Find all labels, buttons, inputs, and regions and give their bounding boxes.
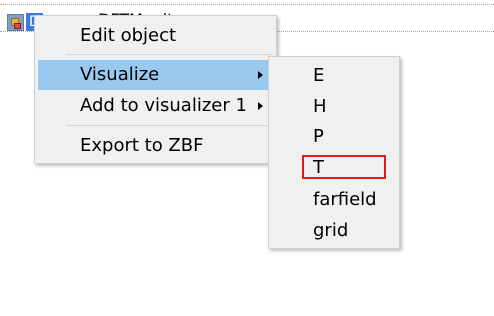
submenu-item-label: P [313, 126, 324, 147]
visualize-submenu: E H P T farfield grid [268, 56, 400, 249]
submenu-item-grid[interactable]: grid [272, 216, 396, 246]
menu-item-export-zbf[interactable]: Export to ZBF [38, 131, 273, 161]
submenu-item-farfield[interactable]: farfield [272, 185, 396, 215]
context-menu: Edit object Visualize Add to visualizer … [34, 15, 277, 164]
submenu-arrow-icon [258, 71, 263, 79]
menu-item-label: Visualize [80, 64, 160, 85]
submenu-item-t[interactable]: T [272, 153, 396, 183]
submenu-item-h[interactable]: H [272, 92, 396, 122]
menu-item-edit-object[interactable]: Edit object [38, 21, 273, 51]
submenu-arrow-icon [258, 102, 263, 110]
menu-item-add-to-visualizer[interactable]: Add to visualizer 1 [38, 91, 273, 121]
submenu-item-e[interactable]: E [272, 61, 396, 91]
submenu-item-label: E [313, 65, 325, 86]
menu-item-label: Edit object [80, 25, 177, 46]
menu-item-label: Add to visualizer 1 [80, 95, 247, 116]
monitor-object-icon [7, 14, 24, 31]
annotation-highlight-box [302, 155, 386, 179]
menu-separator [66, 54, 273, 55]
menu-item-visualize[interactable]: Visualize [38, 60, 273, 90]
submenu-item-label: grid [313, 220, 349, 241]
menu-separator [66, 125, 273, 126]
menu-item-label: Export to ZBF [80, 135, 204, 156]
submenu-item-p[interactable]: P [272, 122, 396, 152]
submenu-item-label: farfield [313, 189, 377, 210]
submenu-item-label: H [313, 96, 327, 117]
